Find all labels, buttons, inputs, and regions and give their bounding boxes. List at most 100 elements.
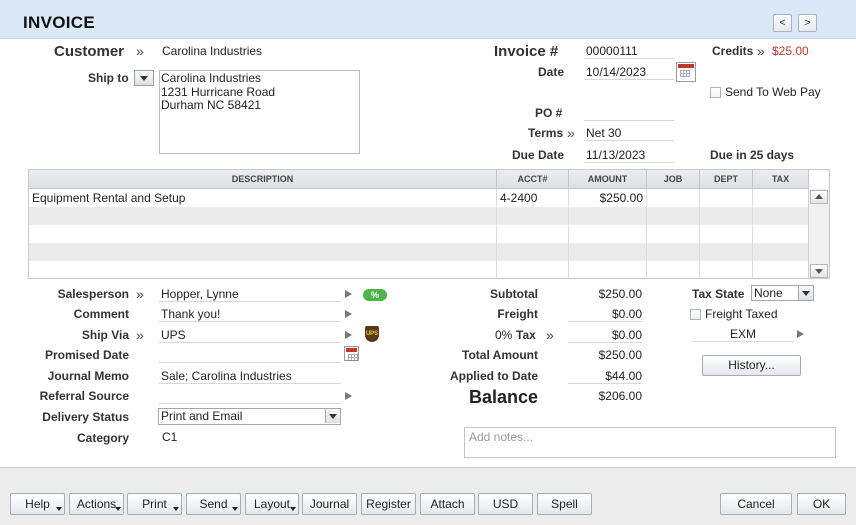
ship-via-chevron-icon[interactable]: » xyxy=(136,328,144,342)
referral-source-arrow-icon[interactable] xyxy=(345,392,352,400)
notes-field[interactable]: Add notes... xyxy=(464,427,836,458)
scroll-up-icon[interactable] xyxy=(810,190,828,204)
invoice-number-label: Invoice # xyxy=(494,43,559,60)
comment-arrow-icon[interactable] xyxy=(345,310,352,318)
subtotal-value: $250.00 xyxy=(598,287,642,301)
scroll-down-icon[interactable] xyxy=(810,264,828,278)
freight-field[interactable]: $0.00 xyxy=(568,307,642,322)
footer-toolbar: Help Actions Print Send Layout Journal R… xyxy=(0,467,856,525)
tax-chevron-icon[interactable]: » xyxy=(546,328,554,342)
salesperson-chevron-icon[interactable]: » xyxy=(136,287,144,301)
credits-value[interactable]: $25.00 xyxy=(772,44,809,58)
terms-chevron-icon[interactable]: » xyxy=(567,126,575,140)
invoice-number-field[interactable]: 00000111 xyxy=(584,44,674,59)
credits-label: Credits xyxy=(712,44,754,58)
ok-button[interactable]: OK xyxy=(797,493,846,515)
salesperson-label: Salesperson xyxy=(57,287,129,301)
comment-field[interactable]: Thank you! xyxy=(159,307,341,322)
spell-check-button[interactable]: Spell xyxy=(537,493,592,515)
send-to-web-pay-label: Send To Web Pay xyxy=(725,85,821,99)
journal-memo-field[interactable]: Sale; Carolina Industries xyxy=(159,369,341,384)
table-row[interactable] xyxy=(29,243,809,261)
print-button[interactable]: Print xyxy=(127,493,182,515)
cell-dept[interactable] xyxy=(700,189,753,207)
previous-record-button[interactable]: < xyxy=(773,14,792,32)
help-button[interactable]: Help xyxy=(10,493,65,515)
referral-source-field[interactable] xyxy=(159,389,341,404)
table-row[interactable]: Equipment Rental and Setup 4-2400 $250.0… xyxy=(29,189,809,207)
column-header-description[interactable]: DESCRIPTION xyxy=(29,170,497,189)
cell-tax[interactable] xyxy=(753,189,809,207)
applied-to-date-label: Applied to Date xyxy=(449,369,538,383)
ship-via-arrow-icon[interactable] xyxy=(345,331,352,339)
ship-to-line: 1231 Hurricane Road xyxy=(161,84,276,99)
tax-value[interactable]: $0.00 xyxy=(568,328,642,343)
register-button[interactable]: Register xyxy=(361,493,416,515)
layout-button[interactable]: Layout xyxy=(245,493,299,515)
total-amount-value: $250.00 xyxy=(598,348,642,362)
salesperson-field[interactable]: Hopper, Lynne xyxy=(159,287,341,302)
grid-vertical-scrollbar[interactable] xyxy=(808,189,829,278)
promised-date-field[interactable] xyxy=(159,348,341,363)
cell-job[interactable] xyxy=(647,189,700,207)
actions-button[interactable]: Actions xyxy=(69,493,124,515)
next-record-button[interactable]: > xyxy=(798,14,817,32)
po-field[interactable] xyxy=(584,106,674,121)
send-button[interactable]: Send xyxy=(186,493,241,515)
cancel-button[interactable]: Cancel xyxy=(720,493,792,515)
ship-via-field[interactable]: UPS xyxy=(159,328,341,343)
column-header-acct[interactable]: ACCT# xyxy=(497,170,569,189)
journal-button[interactable]: Journal xyxy=(302,493,357,515)
column-header-amount[interactable]: AMOUNT xyxy=(569,170,647,189)
currency-usd-button[interactable]: USD xyxy=(478,493,533,515)
window-title: INVOICE xyxy=(23,13,96,32)
referral-source-label: Referral Source xyxy=(39,389,129,403)
commission-percent-icon[interactable]: % xyxy=(363,289,387,301)
date-label: Date xyxy=(538,65,565,79)
promised-date-calendar-icon[interactable] xyxy=(344,346,359,361)
table-row[interactable] xyxy=(29,261,809,278)
title-bar: INVOICE < > xyxy=(0,0,856,39)
date-field[interactable]: 10/14/2023 xyxy=(584,65,674,80)
credits-chevron-icon[interactable]: » xyxy=(757,44,765,58)
balance-label: Balance xyxy=(468,387,538,407)
column-header-dept[interactable]: DEPT xyxy=(700,170,753,189)
table-row[interactable] xyxy=(29,225,809,243)
caret-down-icon xyxy=(232,507,238,511)
history-button[interactable]: History... xyxy=(702,355,801,376)
tax-state-value: None xyxy=(754,286,783,300)
ship-to-dropdown-button[interactable] xyxy=(134,70,154,86)
terms-field[interactable]: Net 30 xyxy=(584,126,674,141)
tax-code-field[interactable]: EXM xyxy=(692,327,794,342)
ship-to-line: Durham NC 58421 xyxy=(161,98,262,112)
cell-description[interactable]: Equipment Rental and Setup xyxy=(29,189,497,207)
category-value[interactable]: C1 xyxy=(162,430,177,444)
customer-chevron-icon[interactable]: » xyxy=(136,44,144,58)
tax-code-arrow-icon[interactable] xyxy=(797,330,804,338)
table-row[interactable] xyxy=(29,207,809,225)
customer-value[interactable]: Carolina Industries xyxy=(162,44,262,58)
ups-logo-icon[interactable]: UPS xyxy=(365,326,379,342)
cell-amount[interactable]: $250.00 xyxy=(569,189,647,207)
date-calendar-icon[interactable] xyxy=(676,62,696,82)
send-to-web-pay-checkbox[interactable] xyxy=(710,87,721,98)
terms-label: Terms xyxy=(528,126,564,140)
applied-to-date-value[interactable]: $44.00 xyxy=(568,369,642,384)
subtotal-label: Subtotal xyxy=(490,287,538,301)
tax-state-select[interactable]: None xyxy=(751,285,814,301)
chevron-down-icon[interactable] xyxy=(325,409,340,423)
delivery-status-select[interactable]: Print and Email xyxy=(158,408,341,425)
column-header-job[interactable]: JOB xyxy=(647,170,700,189)
due-date-label: Due Date xyxy=(512,148,565,162)
attach-button[interactable]: Attach xyxy=(420,493,475,515)
due-date-field[interactable]: 11/13/2023 xyxy=(584,148,674,163)
freight-taxed-checkbox[interactable] xyxy=(690,309,701,320)
ship-to-address[interactable]: Carolina Industries 1231 Hurricane Road … xyxy=(159,70,360,154)
balance-value: $206.00 xyxy=(598,389,642,403)
cell-acct[interactable]: 4-2400 xyxy=(497,189,569,207)
column-header-tax[interactable]: TAX xyxy=(753,170,809,189)
chevron-down-icon[interactable] xyxy=(798,286,813,300)
ship-to-label: Ship to xyxy=(88,71,129,85)
print-button-label: Print xyxy=(142,497,167,511)
salesperson-arrow-icon[interactable] xyxy=(345,290,352,298)
